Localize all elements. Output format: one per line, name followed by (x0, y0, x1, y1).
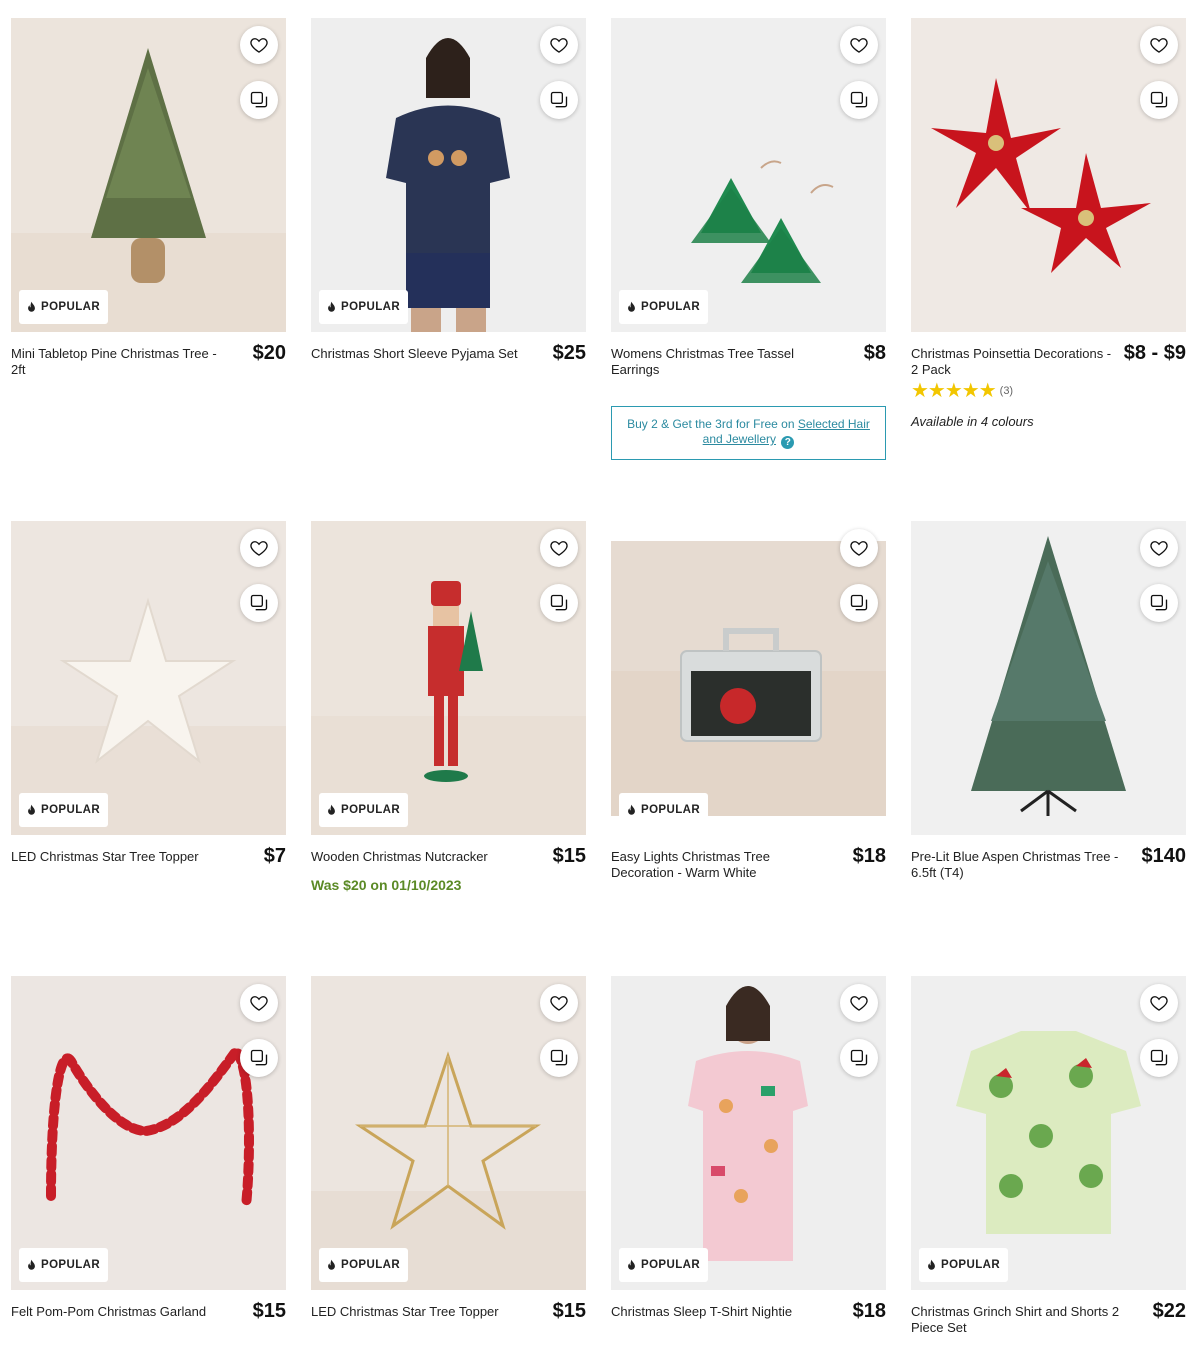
product-card[interactable]: POPULAR LED Christmas Star Tree Topper $… (311, 976, 586, 1322)
product-card[interactable]: POPULAR Christmas Short Sleeve Pyjama Se… (311, 18, 586, 364)
wishlist-heart-icon[interactable] (540, 529, 578, 567)
product-image[interactable]: POPULAR (311, 976, 586, 1290)
product-price: $25 (552, 342, 586, 364)
wishlist-heart-icon[interactable] (240, 26, 278, 64)
product-price: $15 (552, 1300, 586, 1322)
product-card[interactable]: POPULAR Christmas Sleep T-Shirt Nightie … (611, 976, 886, 1322)
compare-icon[interactable] (540, 81, 578, 119)
product-card[interactable]: POPULAR Womens Christmas Tree Tassel Ear… (611, 18, 886, 460)
product-name[interactable]: Christmas Grinch Shirt and Shorts 2 Piec… (911, 1304, 1126, 1336)
product-card[interactable]: POPULAR Christmas Grinch Shirt and Short… (911, 976, 1186, 1336)
product-name[interactable]: Felt Pom-Pom Christmas Garland (11, 1304, 206, 1320)
popular-badge: POPULAR (19, 290, 109, 324)
wishlist-heart-icon[interactable] (840, 984, 878, 1022)
popular-badge: POPULAR (919, 1248, 1009, 1282)
popular-badge: POPULAR (319, 290, 409, 324)
flame-icon (927, 1259, 936, 1271)
popular-badge: POPULAR (319, 1248, 409, 1282)
star-rating[interactable]: ★★★★★ (3) (911, 380, 1186, 402)
product-card[interactable]: POPULAR Easy Lights Christmas Tree Decor… (611, 521, 886, 881)
product-price: $18 (852, 1300, 886, 1322)
compare-icon[interactable] (540, 1039, 578, 1077)
product-price: $20 (252, 342, 286, 364)
promo-banner[interactable]: Buy 2 & Get the 3rd for Free on Selected… (611, 406, 886, 460)
product-price: $140 (1141, 845, 1187, 867)
was-price: Was $20 on 01/10/2023 (311, 877, 462, 893)
popular-badge: POPULAR (19, 1248, 109, 1282)
product-card[interactable]: Christmas Poinsettia Decorations - 2 Pac… (911, 18, 1186, 429)
wishlist-heart-icon[interactable] (540, 984, 578, 1022)
product-image[interactable]: POPULAR (611, 976, 886, 1290)
product-price: $8 - $9 (1123, 342, 1186, 364)
product-price: $18 (852, 845, 886, 867)
product-image[interactable]: POPULAR (11, 976, 286, 1290)
popular-badge: POPULAR (619, 793, 709, 827)
product-image[interactable]: POPULAR (911, 976, 1186, 1290)
wishlist-heart-icon[interactable] (1140, 26, 1178, 64)
product-card[interactable]: POPULAR Felt Pom-Pom Christmas Garland $… (11, 976, 286, 1322)
compare-icon[interactable] (840, 81, 878, 119)
flame-icon (327, 804, 336, 816)
product-image[interactable]: POPULAR (611, 18, 886, 332)
wishlist-heart-icon[interactable] (840, 26, 878, 64)
product-image[interactable]: POPULAR (311, 521, 586, 835)
product-image[interactable] (911, 18, 1186, 332)
compare-icon[interactable] (240, 584, 278, 622)
product-name[interactable]: Christmas Poinsettia Decorations - 2 Pac… (911, 346, 1114, 378)
compare-icon[interactable] (840, 584, 878, 622)
product-image[interactable]: POPULAR (11, 521, 286, 835)
compare-icon[interactable] (840, 1039, 878, 1077)
product-name[interactable]: Mini Tabletop Pine Christmas Tree - 2ft (11, 346, 226, 378)
compare-icon[interactable] (540, 584, 578, 622)
popular-badge: POPULAR (319, 793, 409, 827)
product-price: $15 (252, 1300, 286, 1322)
rating-stars: ★★★★★ (911, 380, 997, 402)
compare-icon[interactable] (1140, 584, 1178, 622)
compare-icon[interactable] (240, 1039, 278, 1077)
wishlist-heart-icon[interactable] (540, 26, 578, 64)
flame-icon (27, 301, 36, 313)
product-price: $15 (552, 845, 586, 867)
popular-badge: POPULAR (619, 290, 709, 324)
flame-icon (627, 804, 636, 816)
product-price: $22 (1152, 1300, 1186, 1322)
product-name[interactable]: Pre-Lit Blue Aspen Christmas Tree - 6.5f… (911, 849, 1126, 881)
compare-icon[interactable] (1140, 1039, 1178, 1077)
product-image[interactable]: POPULAR (311, 18, 586, 332)
product-image[interactable]: POPULAR (11, 18, 286, 332)
product-name[interactable]: Christmas Short Sleeve Pyjama Set (311, 346, 518, 362)
product-card[interactable]: POPULAR Mini Tabletop Pine Christmas Tre… (11, 18, 286, 378)
popular-badge: POPULAR (19, 793, 109, 827)
flame-icon (627, 301, 636, 313)
product-name[interactable]: Easy Lights Christmas Tree Decoration - … (611, 849, 826, 881)
product-name[interactable]: Womens Christmas Tree Tassel Earrings (611, 346, 826, 378)
flame-icon (327, 301, 336, 313)
wishlist-heart-icon[interactable] (840, 529, 878, 567)
product-name[interactable]: Christmas Sleep T-Shirt Nightie (611, 1304, 792, 1320)
product-image[interactable] (911, 521, 1186, 835)
product-name[interactable]: Wooden Christmas Nutcracker (311, 849, 488, 865)
product-price: $7 (263, 845, 286, 867)
review-count: (3) (999, 385, 1014, 397)
product-price: $8 (863, 342, 886, 364)
flame-icon (27, 1259, 36, 1271)
wishlist-heart-icon[interactable] (1140, 984, 1178, 1022)
compare-icon[interactable] (240, 81, 278, 119)
wishlist-heart-icon[interactable] (240, 529, 278, 567)
product-name[interactable]: LED Christmas Star Tree Topper (11, 849, 199, 865)
colour-availability: Available in 4 colours (911, 414, 1034, 429)
wishlist-heart-icon[interactable] (240, 984, 278, 1022)
product-card[interactable]: Pre-Lit Blue Aspen Christmas Tree - 6.5f… (911, 521, 1186, 881)
compare-icon[interactable] (1140, 81, 1178, 119)
wishlist-heart-icon[interactable] (1140, 529, 1178, 567)
product-name[interactable]: LED Christmas Star Tree Topper (311, 1304, 499, 1320)
popular-badge: POPULAR (619, 1248, 709, 1282)
product-card[interactable]: POPULAR Wooden Christmas Nutcracker $15 … (311, 521, 586, 893)
product-image[interactable]: POPULAR (611, 521, 886, 835)
flame-icon (327, 1259, 336, 1271)
help-icon[interactable]: ? (781, 436, 795, 449)
flame-icon (27, 804, 36, 816)
flame-icon (627, 1259, 636, 1271)
product-card[interactable]: POPULAR LED Christmas Star Tree Topper $… (11, 521, 286, 867)
